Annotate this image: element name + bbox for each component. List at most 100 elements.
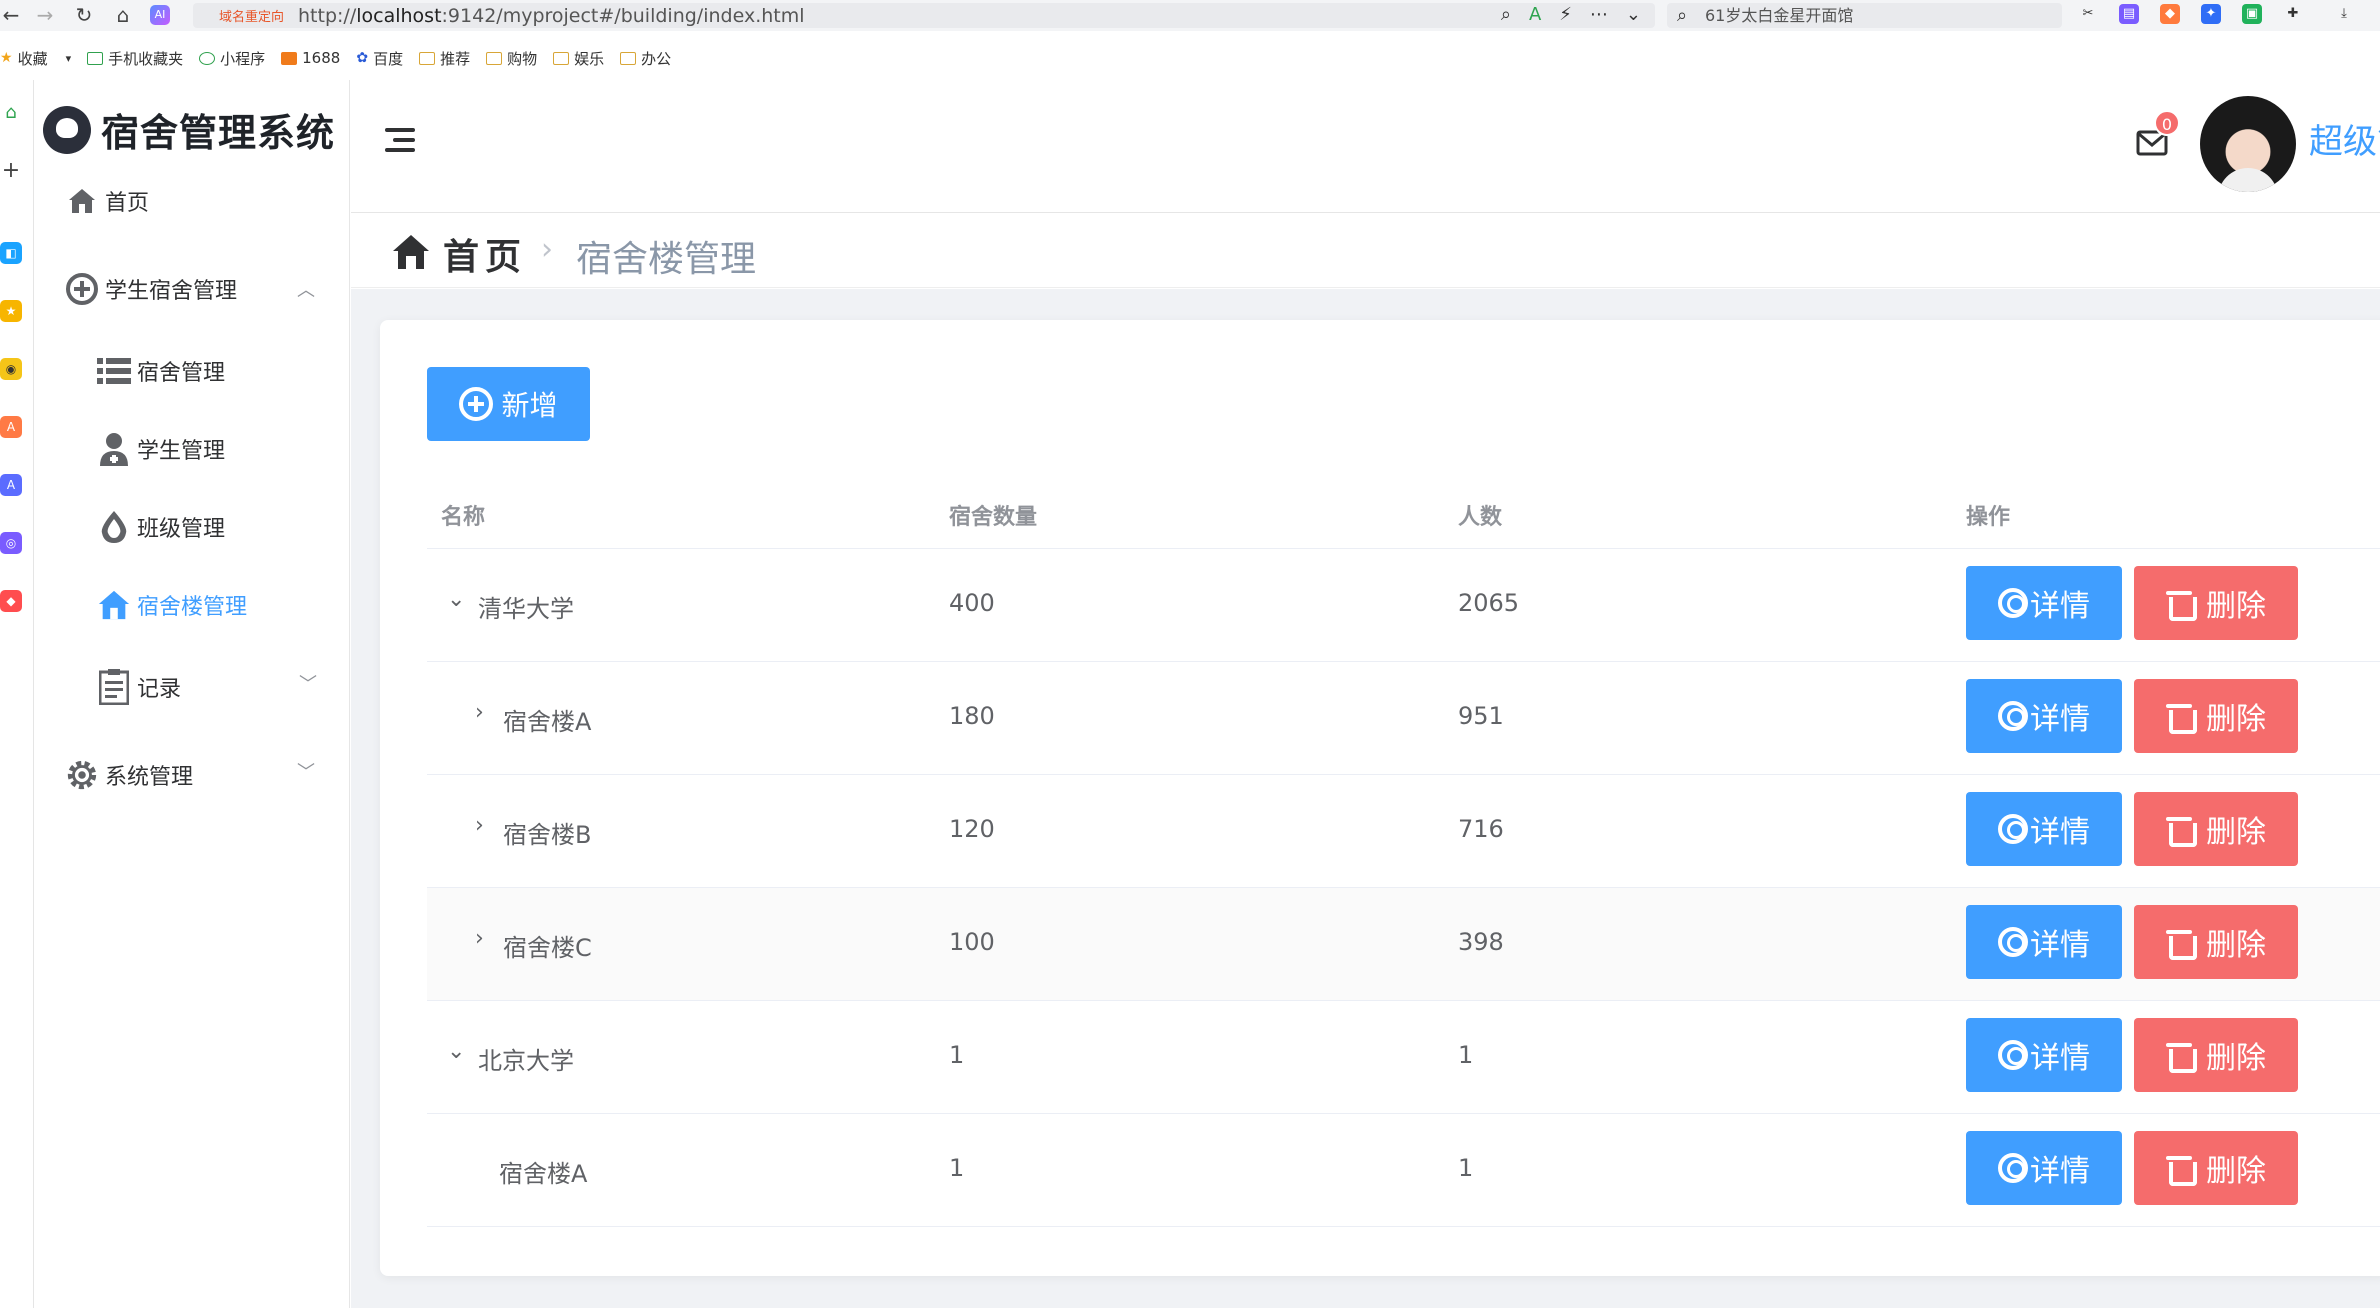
search-text: 61岁太白金星开面馆: [1705, 6, 1854, 25]
download-icon[interactable]: ⤓: [2334, 4, 2354, 24]
sidebar-item-label: 首页: [105, 191, 150, 216]
delete-button[interactable]: 删除: [2134, 1131, 2298, 1205]
home-icon[interactable]: ⌂: [0, 102, 22, 124]
ai-blue-app-icon[interactable]: A: [0, 474, 22, 496]
bookmark-favorites[interactable]: ★ 收藏 ▾: [0, 48, 71, 69]
cell-name: 宿舍楼B: [503, 821, 592, 849]
detail-button[interactable]: 详情: [1966, 905, 2122, 979]
add-button[interactable]: 新增: [427, 367, 590, 441]
chevron-down-icon[interactable]: ⌄: [447, 1039, 465, 1064]
extension-green-icon[interactable]: ▣: [2242, 4, 2262, 24]
user-circle-icon: [1998, 1153, 2028, 1183]
extension-purple-icon[interactable]: ▤: [2119, 4, 2139, 24]
trash-icon: [2166, 701, 2197, 734]
chevron-right-icon[interactable]: ›: [475, 926, 484, 951]
forward-icon[interactable]: →: [34, 4, 56, 26]
chevron-down-icon[interactable]: ⌄: [1626, 4, 1641, 25]
reload-icon[interactable]: ↻: [73, 4, 95, 26]
delete-button[interactable]: 删除: [2134, 905, 2298, 979]
chevron-right-icon[interactable]: ›: [475, 700, 484, 725]
ai-assistant-icon[interactable]: AI: [150, 5, 170, 25]
chevron-down-icon[interactable]: ﹀: [299, 670, 317, 696]
folder-icon: [620, 51, 637, 65]
breadcrumb-current: 宿舍楼管理: [576, 239, 757, 280]
extension-blue-icon[interactable]: ✦: [2201, 4, 2221, 24]
folder-icon: [486, 51, 503, 65]
browser-search-box[interactable]: ⌕ 61岁太白金星开面馆: [1667, 3, 2062, 28]
cell-people: 398: [1458, 928, 1504, 956]
extension-fox-icon[interactable]: ◆: [2160, 4, 2180, 24]
browser-side-strip: ⌂ + ◧ ★ ◉ A A ◎ ◆: [0, 80, 34, 1308]
sidebar-item-building[interactable]: 宿舍楼管理: [97, 588, 247, 622]
avatar[interactable]: [2200, 96, 2296, 192]
bookmark-entertainment[interactable]: 娱乐: [553, 48, 604, 69]
delete-button[interactable]: 删除: [2134, 1018, 2298, 1092]
delete-button[interactable]: 删除: [2134, 566, 2298, 640]
ai-app-icon[interactable]: A: [0, 416, 22, 438]
app-title: 宿舍管理系统: [101, 111, 336, 155]
chevron-up-icon[interactable]: ︿: [297, 276, 315, 302]
username[interactable]: 超级管: [2309, 114, 2380, 163]
delete-button[interactable]: 删除: [2134, 792, 2298, 866]
user-circle-icon: [1998, 927, 2028, 957]
collapse-menu-icon[interactable]: [385, 128, 419, 162]
breadcrumb-home[interactable]: 首页: [391, 228, 527, 280]
detail-button[interactable]: 详情: [1966, 1131, 2122, 1205]
sidebar-item-home[interactable]: 首页: [65, 184, 149, 218]
folder-icon: [553, 51, 570, 65]
sidebar-item-system[interactable]: 系统管理: [65, 758, 193, 792]
app-blue-icon[interactable]: ◧: [0, 242, 22, 264]
plus-icon[interactable]: +: [0, 160, 22, 182]
more-icon[interactable]: ⋯: [1590, 4, 1608, 25]
sidebar-item-dorm[interactable]: 宿舍管理: [97, 354, 225, 388]
chevron-down-icon[interactable]: ⌄: [447, 587, 465, 612]
cell-rooms: 1: [949, 1154, 965, 1182]
sidebar-item-student-dorm[interactable]: 学生宿舍管理: [65, 272, 237, 306]
bookmark-mobile[interactable]: 手机收藏夹: [87, 48, 183, 69]
sidebar-item-label: 记录: [137, 677, 182, 702]
app-logo: 宿舍管理系统: [43, 102, 335, 157]
trash-icon: [2166, 927, 2197, 960]
sidebar-item-records[interactable]: 记录: [97, 669, 182, 705]
table-row: ⌄ 清华大学 400 2065 详情 删除: [427, 549, 2380, 662]
bookmark-miniprogram[interactable]: 小程序: [199, 48, 265, 69]
bookmark-office[interactable]: 办公: [620, 48, 671, 69]
puzzle-icon[interactable]: ✚: [2283, 4, 2303, 24]
cell-people: 951: [1458, 702, 1504, 730]
sidebar-item-label: 班级管理: [137, 517, 226, 542]
back-icon[interactable]: ←: [0, 4, 22, 26]
table-row: › 宿舍楼A 180 951 详情 删除: [427, 662, 2380, 775]
sidebar: 宿舍管理系统 首页 学生宿舍管理 ︿ 宿舍管理 学生管理 班级管理 宿舍楼管理 …: [35, 80, 350, 1308]
address-bar[interactable]: 域名重定向 http://localhost:9142/myproject#/b…: [193, 3, 1655, 28]
sidebar-item-students[interactable]: 学生管理: [97, 432, 225, 466]
user-circle-icon: [1998, 701, 2028, 731]
star-app-icon[interactable]: ★: [0, 300, 22, 322]
add-button-label: 新增: [501, 390, 558, 421]
sidebar-item-class[interactable]: 班级管理: [97, 510, 225, 544]
zoom-icon[interactable]: ⌕: [1501, 4, 1511, 25]
detail-button[interactable]: 详情: [1966, 792, 2122, 866]
chat-app-icon[interactable]: ◉: [0, 358, 22, 380]
detail-button[interactable]: 详情: [1966, 1018, 2122, 1092]
detail-button[interactable]: 详情: [1966, 566, 2122, 640]
chevron-down-icon[interactable]: ﹀: [297, 758, 315, 784]
robot-app-icon[interactable]: ◎: [0, 532, 22, 554]
home-icon[interactable]: ⌂: [112, 4, 134, 26]
building-table: 名称 宿舍数量 人数 操作 ⌄ 清华大学 400 2065 详情 删除 › 宿舍…: [427, 477, 2380, 1227]
cell-name: 宿舍楼A: [499, 1160, 588, 1188]
bookmark-1688[interactable]: 1688: [281, 49, 340, 67]
lightning-icon[interactable]: ⚡: [1559, 4, 1572, 25]
bookmark-recommend[interactable]: 推荐: [419, 48, 470, 69]
delete-button[interactable]: 删除: [2134, 679, 2298, 753]
read-aloud-icon[interactable]: A: [1529, 4, 1541, 25]
chevron-right-icon[interactable]: ›: [475, 813, 484, 838]
user-circle-icon: [1998, 1040, 2028, 1070]
scissors-icon[interactable]: ✂: [2078, 4, 2098, 24]
folder-icon: [419, 51, 436, 65]
bookmark-baidu[interactable]: ✿ 百度: [356, 48, 403, 69]
bookmark-shopping[interactable]: 购物: [486, 48, 537, 69]
game-app-icon[interactable]: ◆: [0, 590, 22, 612]
breadcrumb-home-label: 首页: [443, 237, 528, 278]
logo-icon: [43, 105, 91, 154]
detail-button[interactable]: 详情: [1966, 679, 2122, 753]
